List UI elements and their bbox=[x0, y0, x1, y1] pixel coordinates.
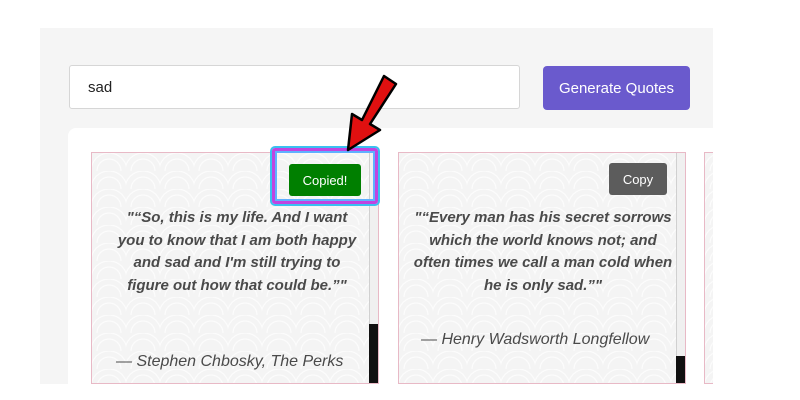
quote-card-partial bbox=[704, 152, 713, 384]
results-panel: Copied! "“So, this is my life. And I wan… bbox=[68, 128, 713, 384]
copy-button[interactable]: Copy bbox=[609, 163, 667, 195]
quote-card: Copy "“Every man has his secret sorrows … bbox=[398, 152, 686, 384]
scrollbar-thumb[interactable] bbox=[676, 356, 685, 383]
scrollbar-thumb[interactable] bbox=[369, 324, 378, 383]
generate-quotes-button[interactable]: Generate Quotes bbox=[543, 66, 690, 110]
search-input[interactable] bbox=[69, 65, 520, 109]
annotation-highlight-box bbox=[272, 148, 378, 204]
quote-author: — Stephen Chbosky, The Perks bbox=[116, 353, 344, 370]
red-arrow-icon bbox=[346, 74, 398, 152]
scrollbar[interactable] bbox=[676, 153, 685, 383]
quote-text: "“So, this is my life. And I want you to… bbox=[117, 209, 357, 294]
quote-text: "“Every man has his secret sorrows which… bbox=[413, 209, 673, 294]
quote-author: — Henry Wadsworth Longfellow bbox=[421, 331, 650, 348]
